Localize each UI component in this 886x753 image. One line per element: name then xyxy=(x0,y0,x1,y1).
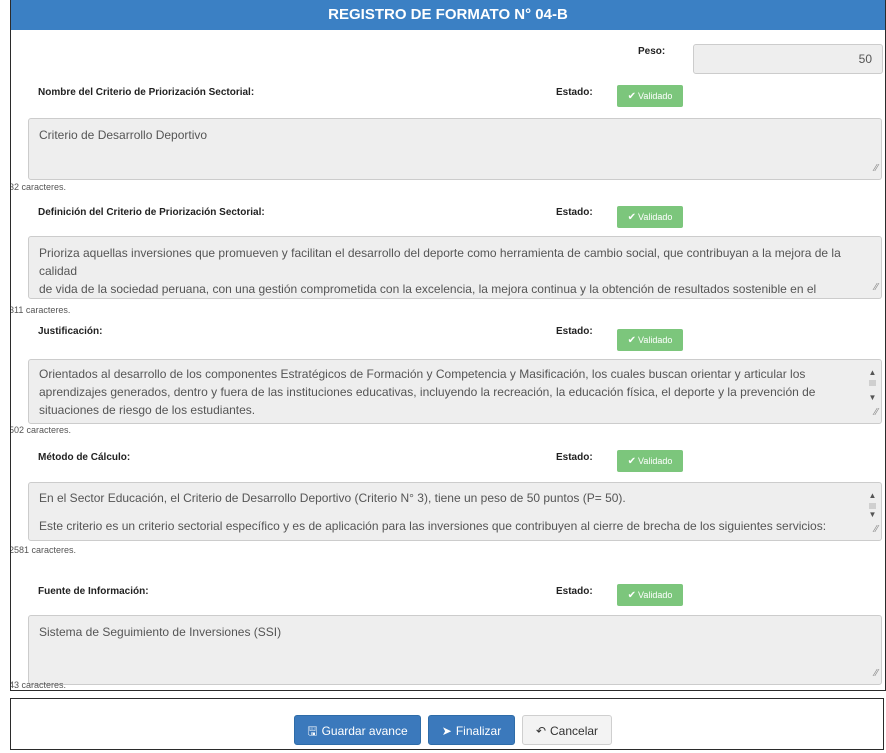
check-icon: ✔ xyxy=(627,456,636,467)
finish-button[interactable]: ➤ Finalizar xyxy=(428,715,515,745)
text-line: En el Sector Educación, el Criterio de D… xyxy=(39,491,626,505)
char-count: 43 caracteres. xyxy=(10,680,67,690)
badge-text: Validado xyxy=(638,456,673,466)
section-label-definicion: Definición del Criterio de Priorización … xyxy=(38,207,265,218)
scrollbar[interactable]: ▲ ▼ xyxy=(866,487,879,524)
text-line: aprendizajes generados, dentro y fuera d… xyxy=(39,385,816,399)
estado-label: Estado: xyxy=(556,207,593,218)
text-line: Sistema de Seguimiento de Inversiones (S… xyxy=(39,625,282,639)
section-label-metodo: Método de Cálculo: xyxy=(38,452,131,463)
check-icon: ✔ xyxy=(627,590,636,601)
peso-input[interactable]: 50 xyxy=(693,44,883,74)
validado-badge: ✔ Validado xyxy=(617,450,683,472)
cancel-button[interactable]: ↶ Cancelar xyxy=(522,715,612,745)
text-line: situaciones de riesgo de los estudiantes… xyxy=(39,403,256,417)
peso-label: Peso: xyxy=(638,46,666,57)
badge-text: Validado xyxy=(638,335,673,345)
text-line: Orientados al desarrollo de los componen… xyxy=(39,367,806,381)
definicion-textarea[interactable]: Prioriza aquellas inversiones que promue… xyxy=(28,236,882,299)
char-count: 502 caracteres. xyxy=(10,425,72,435)
section-label-nombre: Nombre del Criterio de Priorización Sect… xyxy=(38,87,255,98)
char-count: 32 caracteres. xyxy=(10,182,67,192)
justificacion-textarea[interactable]: Orientados al desarrollo de los componen… xyxy=(28,359,882,424)
text-line: Este criterio es un criterio sectorial e… xyxy=(39,519,827,533)
scrollbar[interactable]: ▲ ▼ xyxy=(866,364,879,407)
char-count: 311 caracteres. xyxy=(10,305,71,315)
text-line: Prioriza aquellas inversiones que promue… xyxy=(39,246,841,278)
validado-badge: ✔ Validado xyxy=(617,584,683,606)
save-draft-label: Guardar avance xyxy=(321,724,408,738)
form-panel: REGISTRO DE FORMATO N° 04-B Peso: 50 Nom… xyxy=(10,0,886,691)
nombre-textarea[interactable]: Criterio de Desarrollo Deportivo ⁄⁄ xyxy=(28,118,882,180)
validado-badge: ✔ Validado xyxy=(617,206,683,228)
char-count: 2581 caracteres. xyxy=(10,545,77,555)
paper-plane-icon: ➤ xyxy=(441,724,452,738)
badge-text: Validado xyxy=(638,590,673,600)
text-line: de vida de la sociedad peruana, con una … xyxy=(39,282,817,296)
undo-arrow-icon: ↶ xyxy=(535,724,547,738)
resize-grip-icon[interactable]: ⁄⁄ xyxy=(875,160,878,178)
resize-grip-icon[interactable]: ⁄⁄ xyxy=(875,521,878,539)
form-header: REGISTRO DE FORMATO N° 04-B xyxy=(11,0,885,30)
validado-badge: ✔ Validado xyxy=(617,329,683,351)
estado-label: Estado: xyxy=(556,87,593,98)
action-bar: 🖫 Guardar avance ➤ Finalizar ↶ Cancelar xyxy=(10,698,884,750)
section-label-fuente: Fuente de Información: xyxy=(38,586,149,597)
resize-grip-icon[interactable]: ⁄⁄ xyxy=(875,279,878,297)
cancel-label: Cancelar xyxy=(550,724,599,738)
scroll-thumb[interactable] xyxy=(869,380,876,386)
check-icon: ✔ xyxy=(627,212,636,223)
floppy-disk-icon: 🖫 xyxy=(307,724,318,738)
badge-text: Validado xyxy=(638,91,673,101)
resize-grip-icon[interactable]: ⁄⁄ xyxy=(875,665,878,683)
save-draft-button[interactable]: 🖫 Guardar avance xyxy=(294,715,421,745)
finish-label: Finalizar xyxy=(455,724,502,738)
resize-grip-icon[interactable]: ⁄⁄ xyxy=(875,404,878,422)
section-label-justificacion: Justificación: xyxy=(38,326,103,337)
fuente-textarea[interactable]: Sistema de Seguimiento de Inversiones (S… xyxy=(28,615,882,685)
estado-label: Estado: xyxy=(556,586,593,597)
check-icon: ✔ xyxy=(627,91,636,102)
text-line: Criterio de Desarrollo Deportivo xyxy=(39,128,208,142)
estado-label: Estado: xyxy=(556,452,593,463)
estado-label: Estado: xyxy=(556,326,593,337)
text-line xyxy=(39,507,853,517)
badge-text: Validado xyxy=(638,212,673,222)
metodo-textarea[interactable]: En el Sector Educación, el Criterio de D… xyxy=(28,482,882,541)
check-icon: ✔ xyxy=(627,335,636,346)
validado-badge: ✔ Validado xyxy=(617,85,683,107)
